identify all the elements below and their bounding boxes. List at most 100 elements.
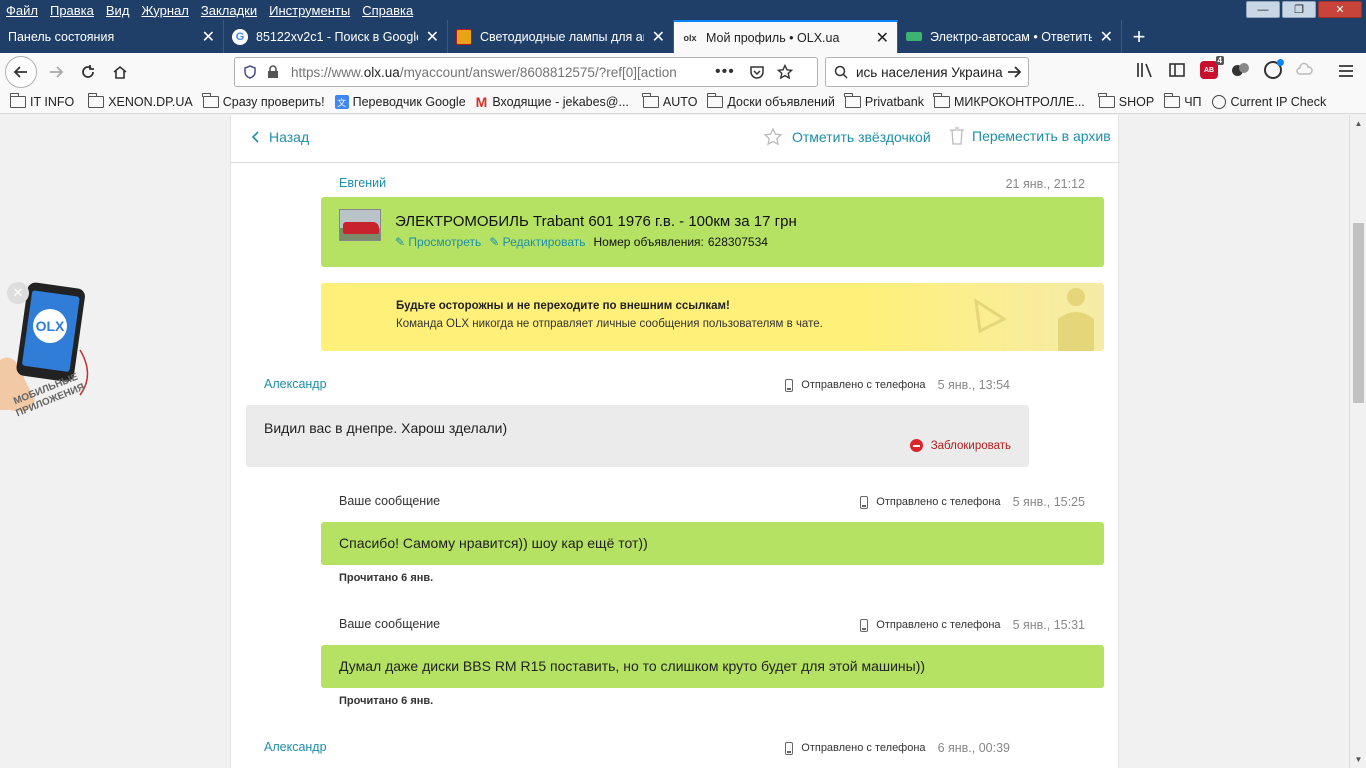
menu-file[interactable]: Файл [0, 3, 44, 18]
tab-close-icon[interactable]: ✕ [1100, 27, 1113, 47]
cloud-icon[interactable] [1296, 61, 1314, 79]
message-meta: Отправлено с телефона 5 янв., 15:31 [860, 618, 1085, 632]
author-name[interactable]: Александр [264, 740, 327, 754]
conversation-toolbar: Назад Отметить звёздочкой Переместить в … [231, 115, 1120, 163]
bookmark-microcontrollers[interactable]: МИКРОКОНТРОЛЛЕ... [933, 93, 1085, 109]
scroll-up-icon[interactable]: ▲ [1353, 118, 1364, 129]
bookmark-privatbank[interactable]: Privatbank [844, 93, 924, 109]
home-button[interactable] [105, 57, 135, 87]
author-name: Ваше сообщение [339, 617, 441, 631]
tab-close-icon[interactable]: ✕ [876, 28, 889, 48]
back-link[interactable]: Назад [251, 129, 309, 145]
menu-help[interactable]: Справка [356, 3, 419, 18]
tab-olx-profile[interactable]: olx Мой профиль • OLX.ua ✕ [674, 20, 898, 53]
ad-title[interactable]: ЭЛЕКТРОМОБИЛЬ Trabant 601 1976 г.в. - 10… [395, 213, 797, 230]
pocket-icon[interactable] [749, 64, 765, 80]
star-conversation-link[interactable]: Отметить звёздочкой [763, 127, 931, 147]
app-menu-button[interactable] [1338, 64, 1354, 81]
reload-icon [82, 65, 94, 78]
gmail-icon: M [475, 94, 488, 110]
bookmark-it-info[interactable]: IT INFO [9, 93, 74, 109]
scroll-down-icon[interactable]: ▼ [1353, 754, 1364, 765]
close-window-icon[interactable]: ✕ [1318, 1, 1362, 18]
sidebar-icon[interactable] [1168, 61, 1186, 79]
bookmark-auto[interactable]: AUTO [642, 93, 698, 109]
tab-title: Электро-автосам • Ответить [930, 29, 1092, 44]
edit-ad-link[interactable]: ✎ Редактировать [489, 235, 585, 249]
adblock-icon[interactable]: AB 4 [1200, 56, 1224, 79]
menu-tools[interactable]: Инструменты [263, 3, 356, 18]
back-button[interactable] [5, 56, 37, 88]
close-promo-icon[interactable]: ✕ [7, 282, 29, 304]
message-author: Ваше сообщение [339, 494, 440, 508]
url-prefix: https://www. [291, 64, 364, 80]
battery-icon [906, 32, 922, 41]
menu-bookmarks[interactable]: Закладки [195, 3, 263, 18]
mobile-apps-promo[interactable]: ✕ OLX МОБИЛЬНЫЕ ПРИЛОЖЕНИЯ [0, 280, 100, 460]
tab-title: Светодиодные лампы для автомобиля [480, 29, 644, 44]
tab-title: Мой профиль • OLX.ua [706, 30, 840, 45]
warning-title: Будьте осторожны и не переходите по внеш… [396, 300, 730, 312]
minimize-icon[interactable]: — [1246, 1, 1280, 18]
bookmark-shop[interactable]: SHOP [1098, 93, 1154, 109]
extension-balls-icon[interactable] [1232, 63, 1250, 77]
bookmark-ip-check[interactable]: Current IP Check [1211, 95, 1326, 109]
author-name[interactable]: Евгений [339, 176, 386, 190]
page-scrollbar[interactable]: ▲ ▼ [1349, 115, 1366, 768]
arrow-right-icon [50, 66, 64, 78]
archive-link[interactable]: Переместить в архив [948, 126, 1111, 146]
bookmarks-toolbar: IT INFO XENON.DP.UA Сразу проверить! 文 Пе… [0, 91, 1366, 114]
forward-button[interactable] [41, 57, 71, 87]
reload-button[interactable] [73, 57, 103, 87]
search-bar[interactable]: ись населения Украина [825, 57, 1029, 87]
library-icon[interactable] [1136, 61, 1154, 79]
folder-icon [706, 93, 724, 108]
tab-electro-autosam[interactable]: Электро-автосам • Ответить ✕ [898, 20, 1122, 53]
account-icon[interactable] [1264, 59, 1284, 79]
tab-google-search[interactable]: G 85122xv2c1 - Поиск в Google ✕ [224, 20, 448, 53]
shield-icon[interactable] [243, 65, 257, 79]
search-input[interactable]: ись населения Украина [856, 65, 1006, 80]
lock-icon[interactable] [267, 65, 279, 79]
ad-thumbnail[interactable] [339, 209, 381, 241]
author-name[interactable]: Александр [264, 377, 327, 391]
view-ad-link[interactable]: ✎ Просмотреть [395, 235, 481, 249]
bookmark-chp[interactable]: ЧП [1163, 93, 1202, 109]
message-meta: Отправлено с телефона 5 янв., 15:25 [860, 495, 1085, 509]
menu-history[interactable]: Журнал [135, 3, 194, 18]
archive-label: Переместить в архив [972, 128, 1111, 144]
read-receipt: Прочитано 6 янв. [339, 695, 434, 707]
bookmark-xenon[interactable]: XENON.DP.UA [87, 93, 193, 109]
bookmark-classifieds[interactable]: Доски объявлений [706, 93, 835, 109]
tab-close-icon[interactable]: ✕ [202, 27, 215, 47]
url-bar[interactable]: https://www.olx.ua/myaccount/answer/8608… [234, 57, 818, 87]
new-tab-button[interactable]: + [1122, 20, 1156, 53]
bookmark-google-translate[interactable]: 文 Переводчик Google [334, 95, 466, 109]
go-arrow-icon[interactable] [1006, 64, 1022, 80]
restore-icon[interactable]: ❐ [1282, 1, 1316, 18]
tab-close-icon[interactable]: ✕ [652, 27, 665, 47]
globe-icon [1211, 95, 1226, 109]
tab-close-icon[interactable]: ✕ [426, 27, 439, 47]
tab-dashboard[interactable]: Панель состояния ✕ [0, 20, 224, 53]
menu-edit[interactable]: Правка [44, 3, 100, 18]
incoming-message: Видил вас в днепре. Харош зделали) Забло… [246, 405, 1029, 467]
bookmark-inbox[interactable]: M Входящие - jekabes@... [476, 94, 629, 110]
shop-icon [456, 28, 472, 45]
menu-view[interactable]: Вид [100, 3, 136, 18]
message-meta: 21 янв., 21:12 [994, 177, 1085, 191]
scrollbar-thumb[interactable] [1353, 223, 1364, 403]
page-actions-icon[interactable]: ••• [715, 63, 735, 81]
star-icon [763, 127, 783, 146]
star-bookmark-icon[interactable] [776, 64, 793, 80]
tab-led-lamps[interactable]: Светодиодные лампы для автомобиля ✕ [448, 20, 674, 53]
message-time: 5 янв., 15:25 [1012, 495, 1085, 509]
bookmark-label: AUTO [662, 95, 698, 109]
phone-icon [860, 495, 869, 509]
block-icon [909, 439, 923, 452]
phone-icon [785, 741, 794, 755]
page-viewport: ✕ OLX МОБИЛЬНЫЕ ПРИЛОЖЕНИЯ Назад Отметит… [0, 115, 1349, 768]
block-user-link[interactable]: Заблокировать [909, 439, 1011, 452]
folder-icon [202, 93, 219, 108]
bookmark-check-now[interactable]: Сразу проверить! [202, 93, 325, 109]
